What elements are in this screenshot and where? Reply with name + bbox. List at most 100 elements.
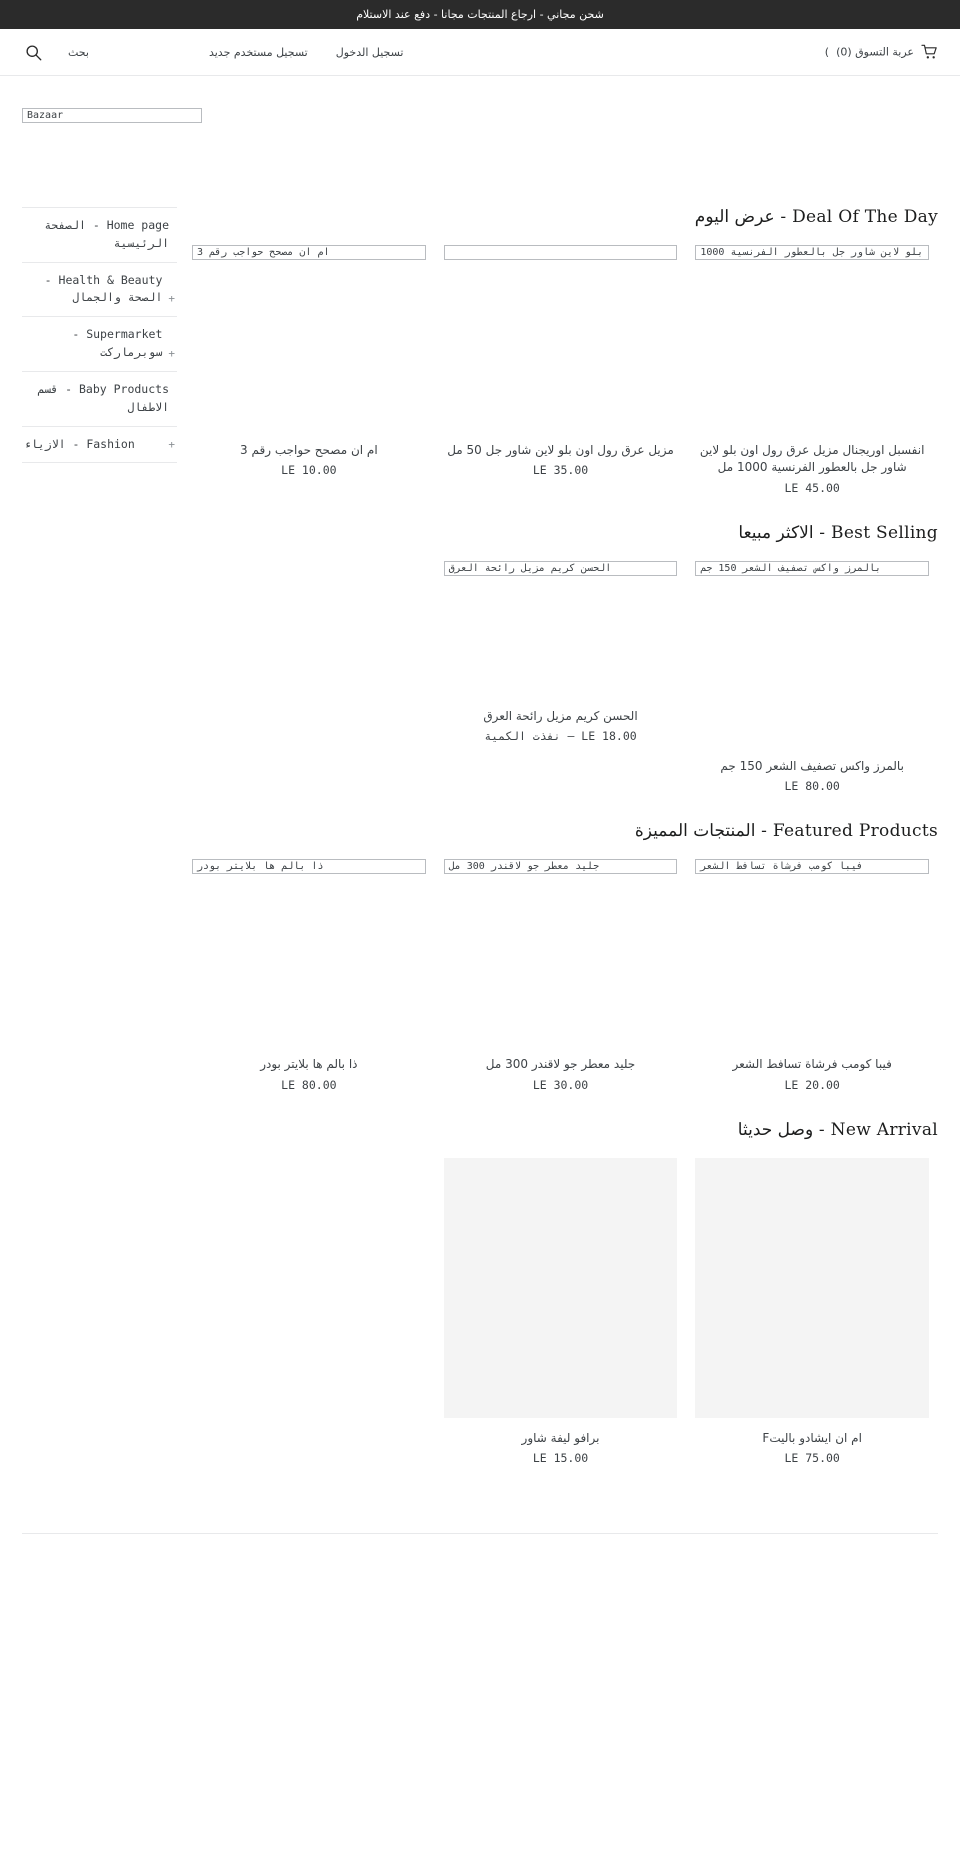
image-space bbox=[444, 260, 678, 430]
shopping-cart-icon bbox=[921, 44, 938, 60]
image-space bbox=[192, 260, 426, 430]
product-image-placeholder[interactable] bbox=[443, 1157, 678, 1418]
product-image-alt-text: فيبا كومب فرشاة تسافط الشعر bbox=[695, 859, 929, 875]
product-image-broken[interactable]: بالمرز واكس تصفيف الشعر 150 جم bbox=[695, 560, 929, 576]
product-grid: ام ان ايشادو باليتF LE 75.00 برافو ليفة شا… bbox=[183, 1157, 938, 1487]
search-label[interactable]: بحث bbox=[68, 46, 89, 59]
product-card[interactable]: ذا بالم ها بلايتر بودر ذا بالم ها بلايتر … bbox=[183, 859, 435, 1092]
section-title: Best Selling - الاكثر مبيعا bbox=[738, 522, 938, 543]
product-section: Deal Of The Day - عرض اليوم انفسبل اوريجن… bbox=[183, 207, 938, 517]
product-title[interactable]: فيبا كومب فرشاة تسافط الشعر bbox=[695, 1056, 929, 1073]
main-content: Deal Of The Day - عرض اليوم انفسبل اوريجن… bbox=[177, 207, 938, 1493]
product-card[interactable]: مزيل عرق رول اون بلو لاين شاور جل 50 مل L… bbox=[435, 245, 687, 495]
image-space bbox=[695, 576, 929, 746]
sidebar-item[interactable]: Health & Beauty - الصحة والجمال + bbox=[22, 263, 177, 318]
logo-alt-text: Bazaar bbox=[27, 110, 64, 121]
sidebar-item[interactable]: Home page - الصفحة الرئيسية bbox=[22, 208, 177, 263]
site-header: بحث تسجيل الدخول تسجيل مستخدم جديد عربة … bbox=[0, 29, 960, 76]
product-image-broken[interactable]: جليد معطر جو لاقندر 300 مل bbox=[443, 859, 678, 875]
product-grid: انفسبل اوريجنال مزيل عرق رول اون بلو لاي… bbox=[183, 245, 938, 517]
product-title[interactable]: ام ان ايشادو باليتF bbox=[695, 1430, 929, 1447]
header-auth-links: تسجيل الدخول تسجيل مستخدم جديد bbox=[209, 46, 404, 59]
sidebar-item-label: Baby Products - قسم الاطفال bbox=[37, 381, 169, 414]
product-title[interactable]: ام ان مصحح حواجب رقم 3 bbox=[192, 442, 426, 459]
product-grid: بالمرز واكس تصفيف الشعر 150 جم بالمرز واك… bbox=[183, 560, 938, 815]
product-image-broken[interactable]: الحسن كريم مزيل رائحة العرق bbox=[443, 560, 678, 576]
product-price: LE 45.00 bbox=[784, 480, 840, 495]
product-image-alt-text: جليد معطر جو لاقندر 300 مل bbox=[443, 859, 678, 875]
sidebar-nav-list: Home page - الصفحة الرئيسية Health & Beau… bbox=[22, 207, 177, 464]
sidebar-item[interactable]: Fashion - الازياء + bbox=[22, 427, 177, 464]
product-card[interactable]: ام ان مصحح حواجب رقم 3 ام ان مصحح حواجب ر… bbox=[183, 245, 435, 495]
image-space bbox=[444, 576, 678, 696]
logo-area: Bazaar bbox=[0, 76, 960, 123]
sidebar-item-label: Fashion - الازياء bbox=[24, 436, 135, 451]
sidebar-navigation: Home page - الصفحة الرئيسية Health & Beau… bbox=[22, 207, 177, 464]
image-space bbox=[192, 874, 426, 1044]
image-space bbox=[695, 260, 929, 430]
image-space bbox=[695, 874, 929, 1044]
footer-divider bbox=[22, 1532, 938, 1563]
product-title[interactable]: برافو ليفة شاور bbox=[444, 1430, 678, 1447]
product-image-alt-text: ذا بالم ها بلايتر بودر bbox=[192, 859, 426, 875]
expand-plus-icon[interactable]: + bbox=[168, 290, 175, 307]
product-price: LE 20.00 bbox=[784, 1077, 840, 1092]
product-image-broken[interactable] bbox=[443, 245, 678, 260]
product-title[interactable]: بالمرز واكس تصفيف الشعر 150 جم bbox=[695, 758, 929, 775]
product-image-broken[interactable]: فيبا كومب فرشاة تسافط الشعر bbox=[695, 859, 929, 875]
cart-label: عربة التسوق (0) bbox=[836, 45, 914, 59]
product-price: LE 75.00 bbox=[784, 1450, 840, 1465]
product-price: نفذت الكمية — LE 18.00 bbox=[484, 729, 637, 744]
product-image-broken[interactable]: انفسبل اوريجنال مزيل عرق رول اون بلو لاي… bbox=[695, 245, 929, 260]
product-image-alt-text: انفسبل اوريجنال مزيل عرق رول اون بلو لاي… bbox=[695, 245, 929, 260]
cart-paren: ) bbox=[824, 45, 830, 59]
expand-plus-icon[interactable]: + bbox=[168, 345, 175, 362]
product-card[interactable]: انفسبل اوريجنال مزيل عرق رول اون بلو لاي… bbox=[686, 245, 938, 495]
product-title[interactable]: الحسن كريم مزيل رائحة العرق bbox=[444, 708, 678, 725]
register-link[interactable]: تسجيل مستخدم جديد bbox=[209, 46, 308, 59]
product-price: LE 80.00 bbox=[784, 779, 840, 794]
product-card[interactable]: جليد معطر جو لاقندر 300 مل جليد معطر جو ل… bbox=[435, 859, 687, 1092]
product-price: LE 10.00 bbox=[281, 463, 337, 478]
image-space bbox=[444, 874, 678, 1044]
sidebar-item[interactable]: Baby Products - قسم الاطفال bbox=[22, 372, 177, 427]
product-section: Featured Products - المنتجات المميزة فيبا… bbox=[183, 821, 938, 1113]
product-image-alt-text: الحسن كريم مزيل رائحة العرق bbox=[443, 560, 678, 576]
product-title[interactable]: ذا بالم ها بلايتر بودر bbox=[192, 1056, 426, 1073]
product-price: LE 30.00 bbox=[532, 1077, 589, 1092]
login-link[interactable]: تسجيل الدخول bbox=[336, 46, 404, 59]
product-card[interactable]: ام ان ايشادو باليتF LE 75.00 bbox=[686, 1157, 938, 1465]
logo-broken-image[interactable]: Bazaar bbox=[22, 108, 202, 123]
product-card[interactable]: الحسن كريم مزيل رائحة العرق الحسن كريم مز… bbox=[435, 560, 687, 793]
product-card[interactable]: بالمرز واكس تصفيف الشعر 150 جم بالمرز واك… bbox=[686, 560, 938, 794]
product-price: LE 35.00 bbox=[532, 463, 589, 478]
product-image-broken[interactable]: ام ان مصحح حواجب رقم 3 bbox=[192, 245, 426, 260]
product-price: LE 80.00 bbox=[281, 1077, 337, 1092]
product-grid: فيبا كومب فرشاة تسافط الشعر فيبا كومب فرش… bbox=[183, 859, 938, 1113]
product-card[interactable]: فيبا كومب فرشاة تسافط الشعر فيبا كومب فرش… bbox=[686, 859, 938, 1092]
sidebar-item[interactable]: Supermarket - سوبرماركت + bbox=[22, 317, 177, 372]
section-title: Featured Products - المنتجات المميزة bbox=[634, 821, 938, 842]
product-section: Best Selling - الاكثر مبيعا بالمرز واكس ت… bbox=[183, 523, 938, 815]
section-title: Deal Of The Day - عرض اليوم bbox=[694, 207, 938, 227]
search-icon[interactable] bbox=[22, 41, 44, 63]
announcement-text: شحن مجاني - ارجاع المنتجات مجانا - دفع ع… bbox=[356, 8, 604, 21]
product-image-placeholder[interactable] bbox=[695, 1157, 929, 1418]
product-title[interactable]: انفسبل اوريجنال مزيل عرق رول اون بلو لاي… bbox=[695, 442, 929, 477]
cart-link[interactable]: عربة التسوق (0) ) bbox=[824, 44, 938, 60]
sidebar-item-label: Supermarket - سوبرماركت bbox=[72, 327, 163, 360]
product-image-alt-text bbox=[443, 245, 678, 260]
expand-plus-icon[interactable]: + bbox=[168, 436, 175, 453]
product-title[interactable]: مزيل عرق رول اون بلو لاين شاور جل 50 مل bbox=[444, 442, 678, 459]
product-image-alt-text: بالمرز واكس تصفيف الشعر 150 جم bbox=[695, 560, 929, 576]
product-image-alt-text: ام ان مصحح حواجب رقم 3 bbox=[192, 245, 426, 260]
announcement-bar: شحن مجاني - ارجاع المنتجات مجانا - دفع ع… bbox=[0, 0, 960, 29]
product-card[interactable]: برافو ليفة شاور LE 15.00 bbox=[435, 1157, 687, 1465]
product-image-broken[interactable]: ذا بالم ها بلايتر بودر bbox=[192, 859, 426, 875]
page-body: Home page - الصفحة الرئيسية Health & Beau… bbox=[0, 207, 960, 1493]
product-title[interactable]: جليد معطر جو لاقندر 300 مل bbox=[444, 1056, 678, 1073]
header-search-group: بحث bbox=[22, 41, 89, 63]
sidebar-item-label: Health & Beauty - الصحة والجمال bbox=[44, 272, 163, 305]
sidebar-item-label: Home page - الصفحة الرئيسية bbox=[44, 218, 169, 250]
product-section: New Arrival - وصل حديثا ام ان ايشادو بالي… bbox=[183, 1120, 938, 1487]
